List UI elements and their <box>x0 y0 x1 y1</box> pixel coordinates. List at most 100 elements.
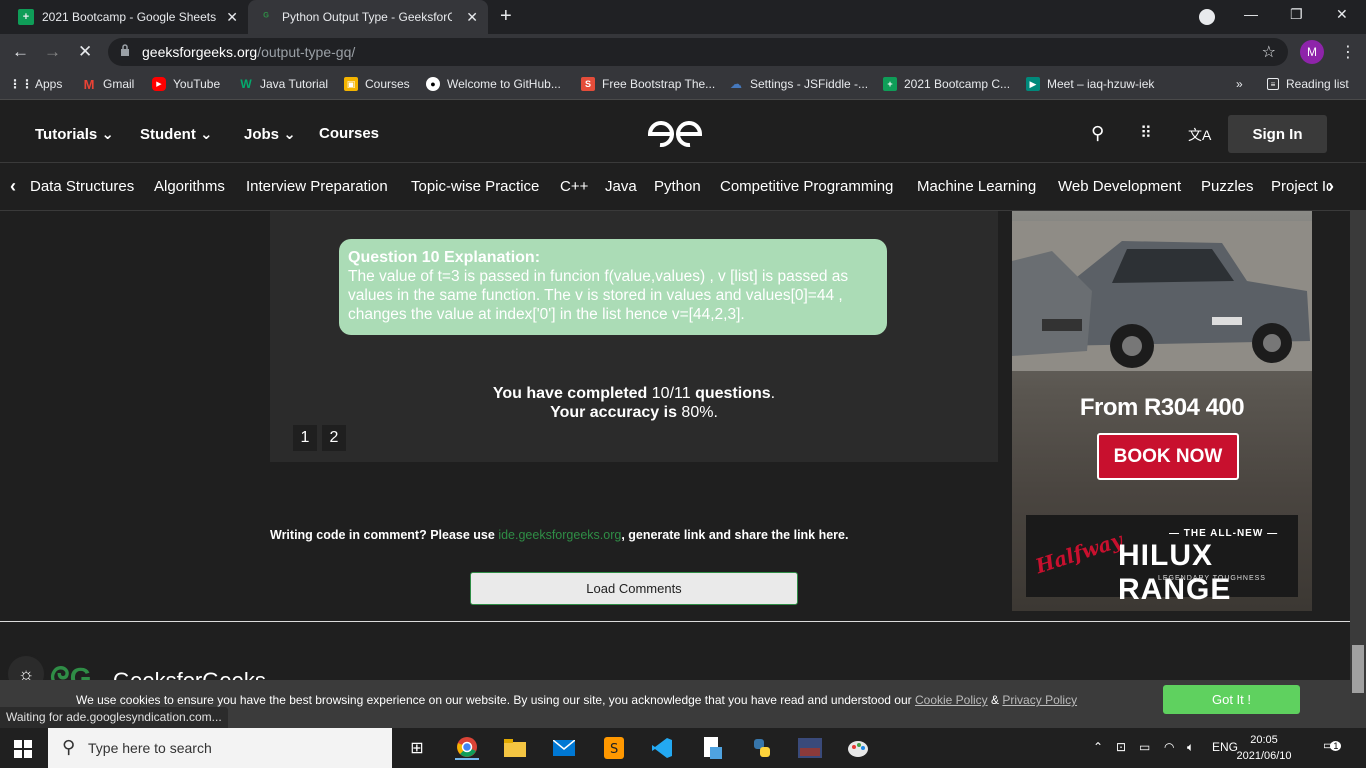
topic-competitive-programming[interactable]: Competitive Programming <box>720 178 893 195</box>
close-window-button[interactable]: ✕ <box>1336 6 1348 23</box>
topic-project-ideas[interactable]: Project Id <box>1271 178 1331 195</box>
bookmark-apps[interactable]: ⋮⋮ Apps <box>9 77 62 91</box>
python-icon[interactable] <box>750 736 774 760</box>
mail-icon[interactable] <box>552 736 576 760</box>
bookmark-bootcamp-sheets[interactable]: +2021 Bootcamp C... <box>883 77 1010 91</box>
profile-avatar[interactable]: M <box>1300 40 1324 64</box>
paint-app-icon[interactable] <box>846 736 870 760</box>
bookmark-meet[interactable]: ▶ Meet – iaq-hzuw-iek <box>1026 77 1154 91</box>
chevron-right-icon[interactable]: › <box>1328 176 1334 197</box>
got-it-button[interactable]: Got It ! <box>1163 685 1300 714</box>
chevron-down-icon: ⌄ <box>283 126 296 143</box>
topic-data-structures[interactable]: Data Structures <box>30 178 134 195</box>
close-icon[interactable]: ✕ <box>226 9 238 26</box>
new-tab-button[interactable]: + <box>500 5 512 28</box>
chrome-icon[interactable] <box>455 736 479 760</box>
gfg-logo-icon[interactable] <box>646 117 704 149</box>
back-button[interactable]: ← <box>12 42 29 62</box>
task-view-icon[interactable]: ⊞ <box>405 736 429 760</box>
tray-device-icon[interactable]: ⊡ <box>1116 740 1126 754</box>
taskbar-search-placeholder: Type here to search <box>88 740 212 756</box>
bookmark-star-icon[interactable]: ☆ <box>1262 42 1276 62</box>
reading-list[interactable]: ≡ Reading list <box>1267 77 1349 91</box>
explanation-body: The value of t=3 is passed in funcion f(… <box>348 268 849 323</box>
topic-web-development[interactable]: Web Development <box>1058 178 1181 195</box>
chevron-left-icon[interactable]: ‹ <box>10 176 16 197</box>
tab-title: 2021 Bootcamp - Google Sheets <box>42 10 217 24</box>
notification-center-icon[interactable]: ▭1 <box>1323 738 1342 752</box>
reading-list-icon: ≡ <box>1267 78 1279 90</box>
tab-gfg[interactable]: ᴳ Python Output Type - GeeksforG ✕ <box>248 0 488 34</box>
topic-algorithms[interactable]: Algorithms <box>154 178 225 195</box>
site-header: Tutorials ⌄ Student ⌄ Jobs ⌄ Courses ⚲ ⠿… <box>0 101 1366 163</box>
chrome-menu-icon[interactable]: ⋮ <box>1340 42 1356 62</box>
privacy-policy-link[interactable]: Privacy Policy <box>1002 693 1077 707</box>
topic-java[interactable]: Java <box>605 178 637 195</box>
clock-date: 2021/06/10 <box>1236 750 1292 762</box>
windows-taskbar: ⚲ Type here to search ⊞ S ⌃ ⊡ ▭ ◠ 🔈︎ ENG… <box>0 728 1366 768</box>
nav-courses[interactable]: Courses <box>319 125 379 142</box>
topic-nav: ‹ Data Structures Algorithms Interview P… <box>0 163 1366 211</box>
tab-strip: + 2021 Bootcamp - Google Sheets ✕ ᴳ Pyth… <box>0 0 1366 34</box>
bookmark-java-tutorial[interactable]: W Java Tutorial <box>239 77 328 91</box>
question-explanation: Question 10 Explanation: The value of t=… <box>339 239 887 335</box>
bookmark-youtube[interactable]: ▶ YouTube <box>152 77 220 91</box>
tray-chevron-up-icon[interactable]: ⌃ <box>1093 740 1103 754</box>
maximize-button[interactable]: ❐ <box>1290 6 1303 23</box>
address-bar[interactable]: geeksforgeeks.org/output-type-gq/ ☆ <box>108 38 1288 66</box>
page-button-1[interactable]: 1 <box>293 425 317 451</box>
search-icon[interactable]: ⚲ <box>1091 123 1104 144</box>
bookmark-bootstrap[interactable]: S Free Bootstrap The... <box>581 77 715 91</box>
forward-button[interactable]: → <box>44 42 61 62</box>
minimize-button[interactable]: — <box>1244 6 1258 22</box>
sublime-text-icon[interactable]: S <box>602 736 626 760</box>
scrollbar-thumb[interactable] <box>1352 645 1364 693</box>
advertisement[interactable]: From R304 400 BOOK NOW Halfway — THE ALL… <box>1012 211 1312 611</box>
meet-icon: ▶ <box>1026 77 1040 91</box>
nav-tutorials[interactable]: Tutorials ⌄ <box>35 125 114 143</box>
cookie-policy-link[interactable]: Cookie Policy <box>915 693 988 707</box>
bookmark-courses[interactable]: ▣ Courses <box>344 77 410 91</box>
sign-in-button[interactable]: Sign In <box>1228 115 1327 153</box>
load-comments-button[interactable]: Load Comments <box>470 572 798 605</box>
stop-loading-button[interactable]: ✕ <box>78 42 92 62</box>
apps-grid-icon[interactable]: ⠿ <box>1140 123 1152 143</box>
file-explorer-icon[interactable] <box>503 736 527 760</box>
game-app-icon[interactable] <box>798 736 822 760</box>
nav-jobs[interactable]: Jobs ⌄ <box>244 125 296 143</box>
tab-search-icon[interactable] <box>1199 9 1215 25</box>
topic-python[interactable]: Python <box>654 178 701 195</box>
bookmarks-bar: ⋮⋮ Apps M Gmail ▶ YouTube W Java Tutorial ▣ C… <box>0 70 1366 100</box>
volume-icon[interactable]: 🔈︎ <box>1187 740 1194 755</box>
explanation-title: Question 10 Explanation: <box>348 249 541 266</box>
battery-icon[interactable]: ▭ <box>1139 740 1150 754</box>
tab-google-sheets[interactable]: + 2021 Bootcamp - Google Sheets ✕ <box>8 0 248 34</box>
bookmark-gmail[interactable]: M Gmail <box>82 77 135 92</box>
topic-machine-learning[interactable]: Machine Learning <box>917 178 1036 195</box>
apps-icon: ⋮⋮ <box>9 77 33 91</box>
translate-icon[interactable]: 文A <box>1188 125 1211 145</box>
vscode-icon[interactable] <box>650 736 674 760</box>
search-icon: ⚲ <box>62 737 76 757</box>
taskbar-search[interactable]: ⚲ Type here to search <box>48 728 392 768</box>
topic-interview-preparation[interactable]: Interview Preparation <box>246 178 388 195</box>
bookmark-github[interactable]: ● Welcome to GitHub... <box>426 77 561 91</box>
comment-hint: Writing code in comment? Please use ide.… <box>270 528 849 542</box>
system-clock[interactable]: 20:05 2021/06/10 <box>1232 732 1296 764</box>
ad-tagline-top: — THE ALL-NEW — <box>1169 528 1279 539</box>
windows-start-icon[interactable] <box>14 740 32 758</box>
topic-puzzles[interactable]: Puzzles <box>1201 178 1254 195</box>
page-button-2[interactable]: 2 <box>322 425 346 451</box>
clock-time: 20:05 <box>1250 734 1278 746</box>
close-icon[interactable]: ✕ <box>466 9 478 26</box>
nav-student[interactable]: Student ⌄ <box>140 125 213 143</box>
topic-practice[interactable]: Topic-wise Practice <box>411 178 539 195</box>
bookmark-jsfiddle[interactable]: ☁ Settings - JSFiddle -... <box>729 77 868 91</box>
document-app-icon[interactable] <box>700 736 724 760</box>
ide-link[interactable]: ide.geeksforgeeks.org <box>498 528 621 542</box>
ad-price: From R304 400 <box>1079 394 1245 421</box>
wifi-icon[interactable]: ◠ <box>1164 740 1174 754</box>
topic-cpp[interactable]: C++ <box>560 178 588 195</box>
book-now-button[interactable]: BOOK NOW <box>1097 433 1239 480</box>
bookmarks-overflow-icon[interactable]: » <box>1236 77 1243 91</box>
